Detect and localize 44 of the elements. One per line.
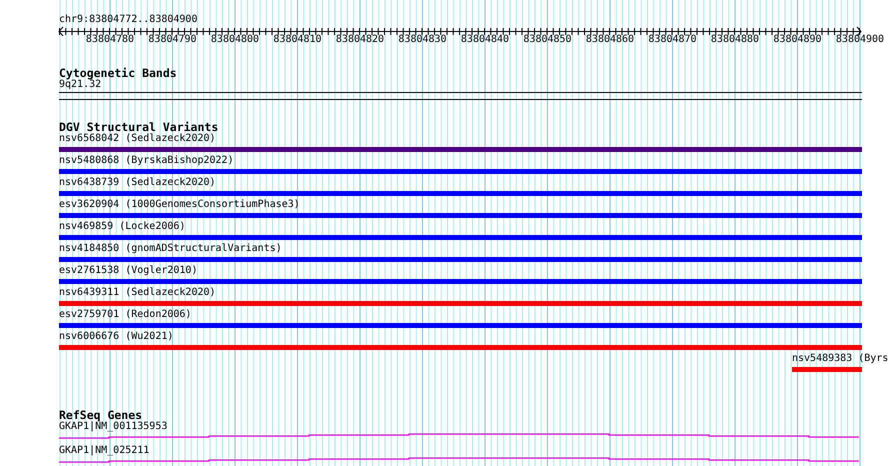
band-label: 9q21.32 bbox=[59, 79, 102, 91]
variant-label[interactable]: nsv469859 (Locke2006) bbox=[59, 221, 186, 233]
ruler-tick-label: 83804890 bbox=[773, 34, 822, 46]
ruler-tick-label: 83804800 bbox=[210, 34, 260, 46]
ruler-tick-label: 83804870 bbox=[648, 34, 697, 46]
variant-bar[interactable] bbox=[59, 147, 862, 152]
variant-label[interactable]: nsv6439311 (Sedlazeck2020) bbox=[59, 287, 216, 299]
ruler-tick-label: 83804850 bbox=[523, 34, 572, 46]
variant-label[interactable]: esv3620904 (1000GenomesConsortiumPhase3) bbox=[59, 199, 300, 211]
track-title: RefSeq Genes bbox=[59, 409, 142, 421]
variant-bar[interactable] bbox=[59, 213, 862, 218]
variant-bar[interactable] bbox=[792, 367, 862, 372]
track-title: DGV Structural Variants bbox=[59, 121, 218, 133]
variant-bar[interactable] bbox=[59, 235, 862, 240]
variant-label[interactable]: nsv6438739 (Sedlazeck2020) bbox=[59, 177, 216, 189]
track-title: Cytogenetic Bands bbox=[59, 67, 177, 79]
variant-bar[interactable] bbox=[59, 279, 862, 284]
ruler-tick-label: 83804830 bbox=[398, 34, 447, 46]
variant-bar[interactable] bbox=[59, 191, 862, 196]
chromosome-position: chr9:83804772..83804900 bbox=[59, 14, 198, 26]
transcript-drawing[interactable] bbox=[59, 457, 859, 463]
variant-label[interactable]: nsv4184850 (gnomADStructuralVariants) bbox=[59, 243, 282, 255]
transcript-label[interactable]: GKAP1|NM_025211 bbox=[59, 445, 150, 457]
variant-bar[interactable] bbox=[59, 301, 862, 306]
variant-bar[interactable] bbox=[59, 345, 862, 350]
variant-bar[interactable] bbox=[59, 323, 862, 328]
ruler-tick-label: 83804840 bbox=[460, 34, 510, 46]
variant-label[interactable]: nsv6568042 (Sedlazeck2020) bbox=[59, 133, 216, 145]
variant-bar[interactable] bbox=[59, 169, 862, 174]
variant-label[interactable]: esv2759701 (Redon2006) bbox=[59, 309, 192, 321]
transcript-label[interactable]: GKAP1|NM_001135953 bbox=[59, 421, 168, 433]
ruler-tick-label: 83804790 bbox=[148, 34, 197, 46]
ruler-tick-label: 83804880 bbox=[710, 34, 760, 46]
ruler-tick-label: 83804810 bbox=[273, 34, 322, 46]
ruler-tick-label: 83804900 bbox=[836, 34, 884, 46]
variant-label[interactable]: nsv5480868 (ByrskaBishop2022) bbox=[59, 155, 234, 167]
variant-label[interactable]: nsv6006676 (Wu2021) bbox=[59, 331, 174, 343]
ruler-tick-label: 83804820 bbox=[336, 34, 384, 46]
transcript-drawing[interactable] bbox=[59, 433, 859, 439]
ruler-tick-label: 83804860 bbox=[586, 34, 634, 46]
ruler-tick-label: 83804780 bbox=[86, 34, 134, 46]
variant-label[interactable]: esv2761538 (Vogler2010) bbox=[59, 265, 198, 277]
variant-bar[interactable] bbox=[59, 257, 862, 262]
variant-label[interactable]: nsv5489383 (Byrs bbox=[792, 353, 888, 365]
